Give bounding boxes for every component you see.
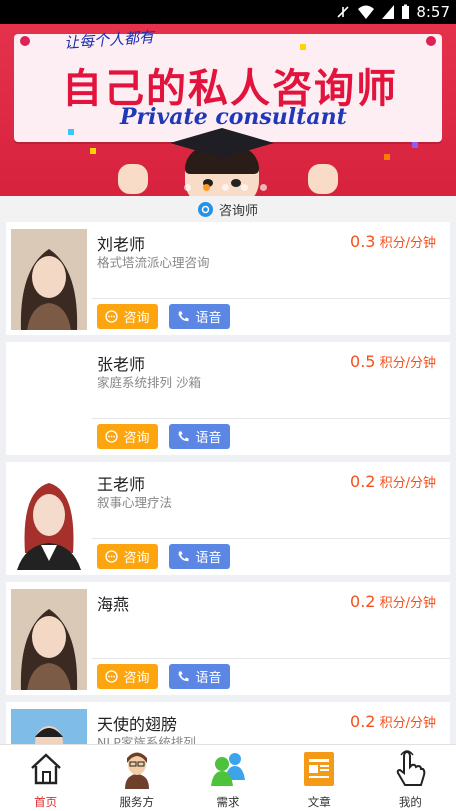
confetti [68, 129, 74, 135]
consult-button-label: 咨询 [123, 551, 150, 566]
consultant-price: 0.2 积分/分钟 [350, 472, 436, 491]
battery-icon [402, 4, 410, 19]
consultant-card[interactable]: 王老师 叙事心理疗法 0.2 积分/分钟 咨询 语音 [6, 462, 450, 575]
price-unit: 积分/分钟 [379, 476, 436, 491]
consultant-price: 0.2 积分/分钟 [350, 592, 436, 611]
price-unit: 积分/分钟 [379, 716, 436, 731]
article-icon [299, 749, 339, 789]
consultant-specialty: 格式塔流派心理咨询 [97, 255, 210, 270]
voice-button[interactable]: 语音 [169, 304, 230, 329]
carousel-dot[interactable] [260, 184, 267, 191]
phone-icon [178, 431, 189, 442]
consultant-photo[interactable] [11, 229, 87, 330]
hand-illustration [308, 164, 338, 194]
cell-signal-icon [382, 5, 395, 19]
tab-label: 文章 [307, 795, 331, 809]
hand-illustration [118, 164, 148, 194]
divider [92, 298, 450, 299]
section-header: 咨询师 [0, 196, 456, 222]
consultant-name: 海燕 [97, 595, 130, 614]
confetti [412, 142, 418, 148]
consultant-photo[interactable] [11, 589, 87, 690]
divider [92, 538, 450, 539]
voice-button[interactable]: 语音 [169, 424, 230, 449]
tab-service-provider[interactable]: 服务方 [91, 745, 182, 811]
chat-people-icon [208, 749, 248, 789]
phone-icon [178, 311, 189, 322]
voice-button[interactable]: 语音 [169, 664, 230, 689]
consultant-icon [197, 201, 213, 217]
consultant-specialty: 叙事心理疗法 [97, 495, 173, 510]
consult-button-label: 咨询 [123, 671, 150, 686]
consultant-price: 0.5 积分/分钟 [350, 352, 436, 371]
chat-bubble-icon [105, 310, 119, 323]
chat-bubble-icon [105, 550, 119, 563]
price-value: 0.2 [350, 592, 376, 611]
voice-button[interactable]: 语音 [169, 544, 230, 569]
price-unit: 积分/分钟 [379, 236, 436, 251]
wifi-icon [358, 5, 375, 19]
pin-icon [20, 36, 30, 46]
carousel-dot[interactable] [222, 184, 229, 191]
price-value: 0.2 [350, 472, 376, 491]
price-value: 0.3 [350, 232, 376, 251]
consult-button[interactable]: 咨询 [97, 424, 158, 449]
consult-button[interactable]: 咨询 [97, 544, 158, 569]
confetti [300, 44, 306, 50]
tab-chat-people[interactable]: 需求 [182, 745, 273, 811]
consultant-price: 0.2 积分/分钟 [350, 712, 436, 731]
hand-touch-icon [390, 749, 430, 789]
voice-button-label: 语音 [195, 551, 222, 566]
consultant-photo[interactable] [11, 349, 87, 450]
voice-button-label: 语音 [195, 671, 222, 686]
carousel-dot-active[interactable] [203, 184, 210, 191]
consult-button-label: 咨询 [123, 431, 150, 446]
chat-bubble-icon [105, 670, 119, 683]
price-value: 0.5 [350, 352, 376, 371]
voice-button-label: 语音 [195, 431, 222, 446]
consultant-card[interactable]: 张老师 家庭系统排列 沙箱 0.5 积分/分钟 咨询 语音 [6, 342, 450, 455]
consultant-photo[interactable] [11, 469, 87, 570]
tab-label: 首页 [34, 795, 58, 809]
tab-home[interactable]: 首页 [0, 745, 91, 811]
phone-icon [178, 671, 189, 682]
carousel-indicator [184, 184, 267, 191]
tab-label: 服务方 [119, 795, 155, 809]
tab-hand-touch[interactable]: 我的 [365, 745, 456, 811]
divider [92, 418, 450, 419]
pin-icon [426, 36, 436, 46]
voice-button-label: 语音 [195, 311, 222, 326]
signal-muted-icon [337, 6, 349, 18]
confetti [90, 148, 96, 154]
consult-button-label: 咨询 [123, 311, 150, 326]
status-bar: 8:57 [0, 0, 456, 24]
banner-subtitle: Private consultant [120, 104, 347, 130]
consult-button[interactable]: 咨询 [97, 304, 158, 329]
bottom-tab-bar: 首页 服务方 需求 文章 我的 [0, 744, 456, 811]
tab-label: 我的 [398, 795, 422, 809]
section-title: 咨询师 [218, 203, 258, 219]
consult-button[interactable]: 咨询 [97, 664, 158, 689]
home-icon [26, 749, 66, 789]
divider [92, 658, 450, 659]
carousel-dot[interactable] [241, 184, 248, 191]
chat-bubble-icon [105, 430, 119, 443]
tab-article[interactable]: 文章 [274, 745, 365, 811]
price-unit: 积分/分钟 [379, 356, 436, 371]
confetti [384, 154, 390, 160]
consultant-card[interactable]: 刘老师 格式塔流派心理咨询 0.3 积分/分钟 咨询 语音 [6, 222, 450, 335]
price-unit: 积分/分钟 [379, 596, 436, 611]
phone-icon [178, 551, 189, 562]
tab-label: 需求 [216, 795, 240, 809]
consultant-card[interactable]: 海燕 0.2 积分/分钟 咨询 语音 [6, 582, 450, 695]
carousel-dot[interactable] [184, 184, 191, 191]
price-value: 0.2 [350, 712, 376, 731]
service-provider-icon [117, 749, 157, 789]
consultant-price: 0.3 积分/分钟 [350, 232, 436, 251]
status-time: 8:57 [416, 3, 450, 21]
consultant-specialty: 家庭系统排列 沙箱 [97, 375, 201, 390]
banner-carousel[interactable]: 让每个人都有 自己的私人咨询师 Private consultant [0, 24, 456, 196]
